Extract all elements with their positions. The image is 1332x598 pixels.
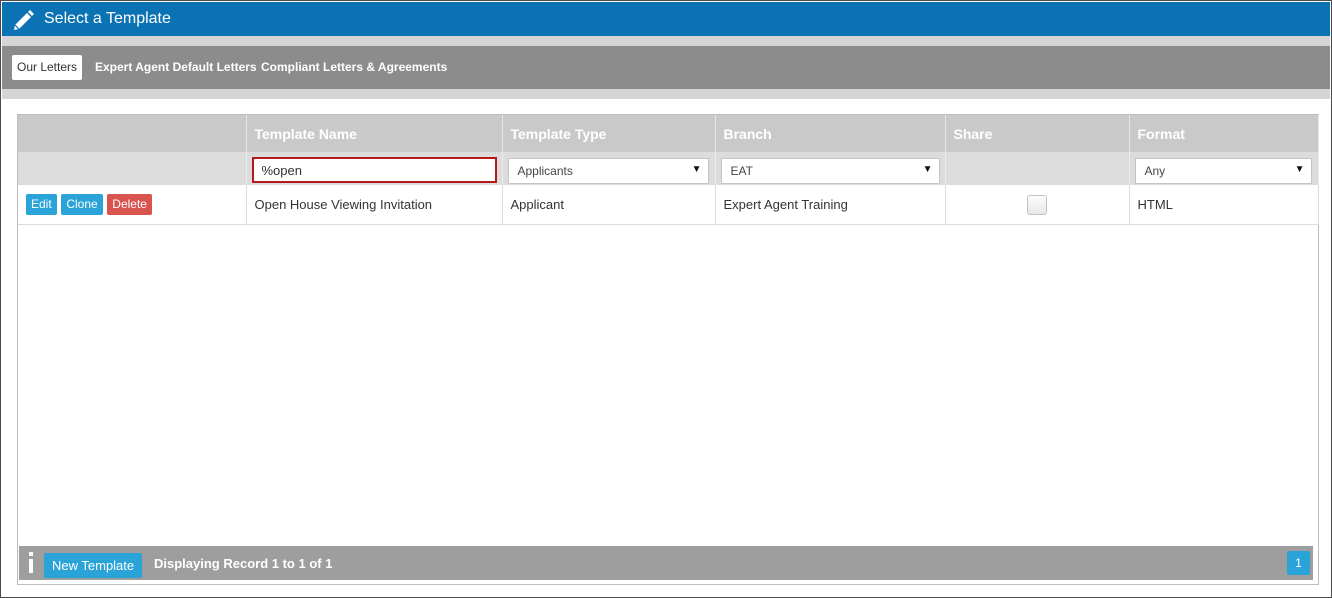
filter-branch-cell: EAT ▼	[715, 152, 946, 185]
table-row[interactable]: Edit Clone Delete Open House Viewing Inv…	[18, 185, 1319, 225]
branch-filter-select[interactable]: EAT ▼	[720, 158, 940, 184]
info-icon	[29, 552, 33, 573]
page-1-button[interactable]: 1	[1287, 551, 1310, 575]
filter-format-cell: Any ▼	[1129, 152, 1319, 185]
title-bar: Select a Template	[2, 2, 1330, 36]
tab-expert-agent-default-letters[interactable]: Expert Agent Default Letters	[95, 55, 257, 80]
tab-bar: Our Letters Expert Agent Default Letters…	[2, 46, 1330, 89]
header-format[interactable]: Format	[1129, 115, 1319, 152]
header-branch[interactable]: Branch	[715, 115, 946, 152]
format-filter-select[interactable]: Any ▼	[1134, 158, 1312, 184]
filter-template-name-cell	[246, 152, 503, 185]
new-template-button[interactable]: New Template	[44, 553, 143, 578]
template-type-filter-value: Applicants	[517, 164, 573, 178]
delete-button[interactable]: Delete	[107, 194, 152, 215]
header-share[interactable]: Share	[945, 115, 1130, 152]
cell-branch: Expert Agent Training	[715, 185, 946, 225]
share-checkbox[interactable]	[1027, 194, 1047, 215]
dropdown-arrow-icon: ▼	[1294, 164, 1305, 175]
cell-format: HTML	[1129, 185, 1319, 225]
templates-grid: Template Name Template Type Branch Share…	[17, 114, 1319, 585]
template-type-filter-select[interactable]: Applicants ▼	[507, 158, 709, 184]
row-actions-cell: Edit Clone Delete	[18, 185, 247, 225]
filter-share-cell	[945, 152, 1130, 185]
tab-our-letters[interactable]: Our Letters	[12, 55, 83, 80]
dropdown-arrow-icon: ▼	[691, 164, 702, 175]
template-name-filter-input[interactable]	[251, 157, 497, 183]
filter-template-type-cell: Applicants ▼	[502, 152, 716, 185]
divider-bottom	[2, 89, 1330, 99]
cell-template-type: Applicant	[502, 185, 716, 225]
pencil-icon	[14, 10, 34, 30]
branch-filter-value: EAT	[730, 164, 753, 178]
header-template-type[interactable]: Template Type	[502, 115, 716, 152]
window-title: Select a Template	[44, 10, 171, 27]
header-template-name[interactable]: Template Name	[246, 115, 503, 152]
record-status: Displaying Record 1 to 1 of 1	[154, 556, 333, 571]
header-row: Template Name Template Type Branch Share…	[18, 115, 1319, 152]
format-filter-value: Any	[1144, 164, 1166, 178]
clone-button[interactable]: Clone	[61, 194, 103, 215]
edit-button[interactable]: Edit	[26, 194, 57, 215]
filter-row: Applicants ▼ EAT ▼ Any ▼	[18, 152, 1319, 185]
filter-actions-cell	[18, 152, 247, 185]
divider-top	[2, 36, 1330, 46]
cell-template-name: Open House Viewing Invitation	[246, 185, 503, 225]
grid-footer: New Template Displaying Record 1 to 1 of…	[19, 546, 1313, 580]
dropdown-arrow-icon: ▼	[922, 164, 933, 175]
tab-compliant-letters-agreements[interactable]: Compliant Letters & Agreements	[261, 55, 447, 80]
header-actions	[18, 115, 247, 152]
template-dialog: Select a Template Our Letters Expert Age…	[0, 0, 1332, 598]
templates-table: Template Name Template Type Branch Share…	[18, 115, 1319, 225]
cell-share	[945, 185, 1130, 225]
